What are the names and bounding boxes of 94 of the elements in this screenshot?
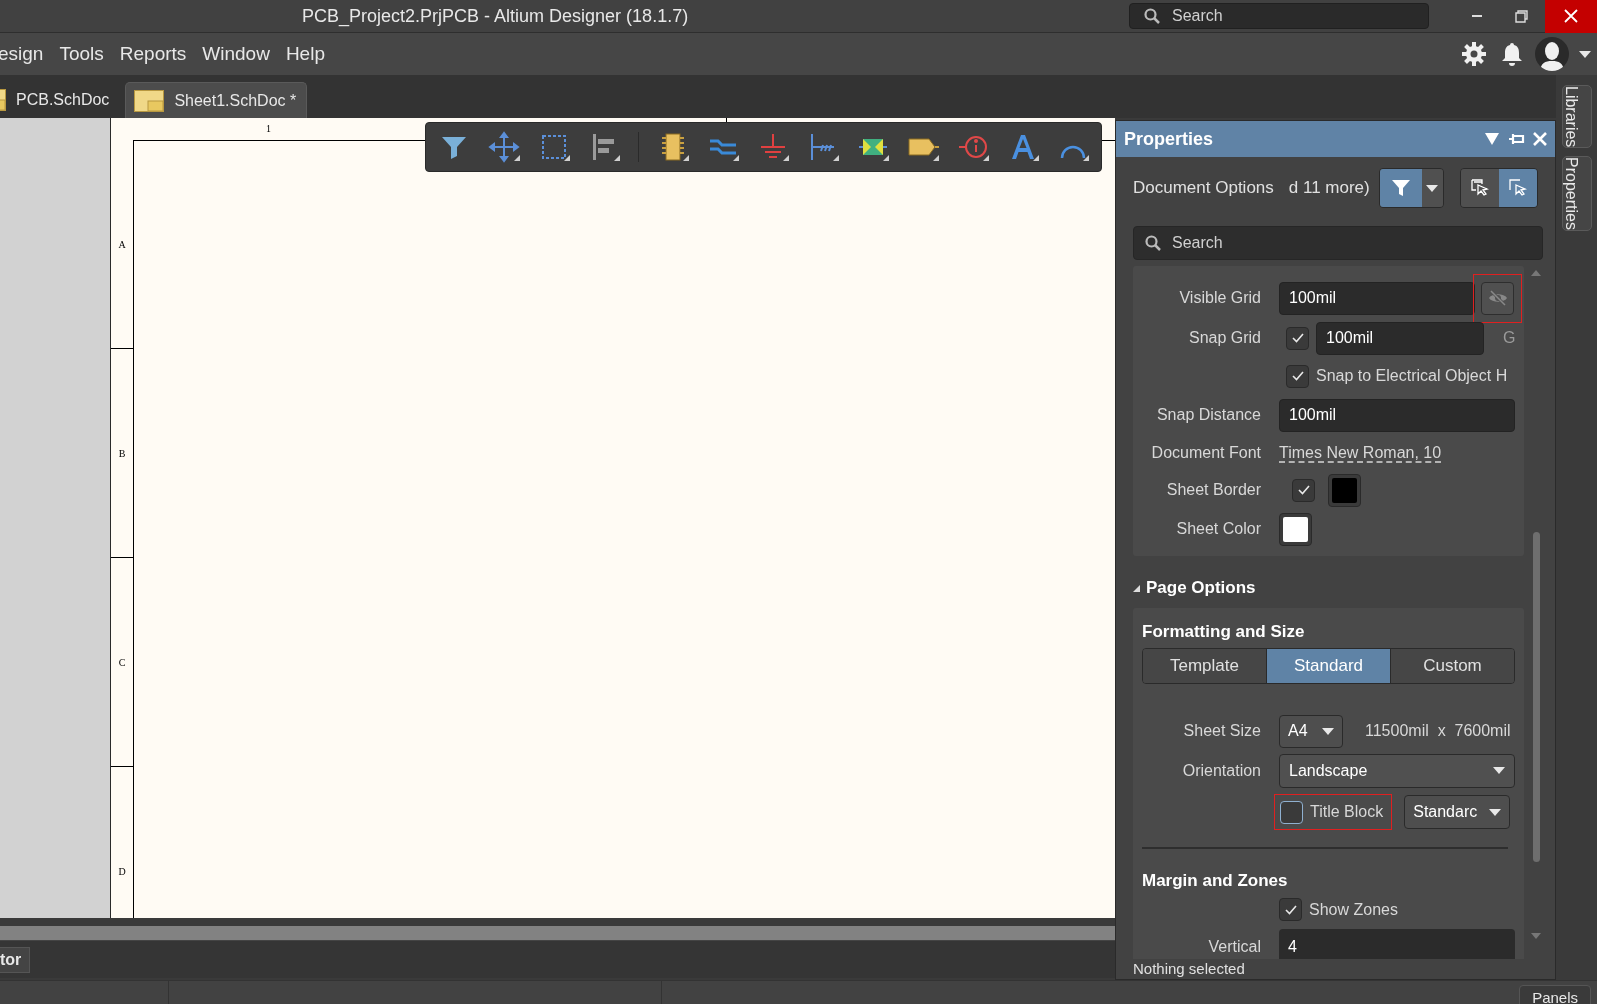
cursor-icon <box>1469 178 1490 198</box>
grid-visibility-button[interactable] <box>1481 281 1514 315</box>
font-link[interactable]: Times New Roman, 10 <box>1279 441 1442 465</box>
side-panel-tab[interactable]: Properties <box>1561 156 1592 232</box>
field-label: Orientation <box>1181 760 1262 781</box>
field-label: Vertical <box>1207 937 1262 958</box>
zone-label: D <box>118 865 126 879</box>
object-type: Document Options <box>1133 177 1274 200</box>
subsection-heading: Margin and Zones <box>1142 870 1289 893</box>
checkbox[interactable] <box>1279 898 1302 922</box>
section-heading: Page Options <box>1146 577 1256 600</box>
menu-item[interactable]: Reports <box>119 39 187 69</box>
menu-item[interactable]: Tools <box>59 39 104 69</box>
search-icon <box>1145 235 1161 251</box>
account-caret-icon <box>1579 50 1591 58</box>
text-input[interactable]: 100mil <box>1316 321 1484 355</box>
cursor-icon <box>1507 178 1528 198</box>
move-icon[interactable] <box>488 131 520 163</box>
document-tab[interactable]: PCB.SchDoc <box>0 82 120 118</box>
scroll-up-icon <box>1531 270 1541 276</box>
document-icon <box>0 89 6 111</box>
document-tab[interactable]: Sheet1.SchDoc * <box>125 82 308 118</box>
text-input[interactable]: 4 <box>1279 929 1515 959</box>
subsection-heading: Formatting and Size <box>1142 621 1306 643</box>
check-icon <box>1297 485 1310 495</box>
person-icon <box>1540 41 1564 71</box>
zone-label: B <box>118 446 126 461</box>
close-icon[interactable] <box>1533 132 1547 146</box>
caret-icon <box>1489 808 1502 816</box>
filter-summary: d 11 more) <box>1288 177 1370 200</box>
search-icon <box>1144 8 1160 24</box>
minimize-icon <box>1472 15 1482 17</box>
horizontal-scrollbar[interactable] <box>0 926 1115 940</box>
menu-item[interactable]: Window <box>202 39 270 69</box>
field-label: Snap Distance <box>1155 405 1262 425</box>
segment-tab[interactable]: Custom <box>1391 649 1514 683</box>
checkbox[interactable] <box>1292 478 1315 502</box>
field-label: Sheet Border <box>1165 480 1262 500</box>
orientation-dropdown[interactable]: Landscape <box>1279 753 1515 788</box>
dropdown-icon[interactable] <box>1485 133 1499 145</box>
search-field[interactable]: Search <box>1133 226 1543 260</box>
checkbox[interactable] <box>1286 364 1309 388</box>
check-icon <box>1284 904 1297 915</box>
checkbox[interactable] <box>1286 326 1309 350</box>
settings-icon[interactable] <box>1461 41 1487 67</box>
zone-label: A <box>118 237 126 252</box>
zone-label: 1 <box>266 122 271 136</box>
select-mode-button[interactable] <box>1498 169 1537 207</box>
field-label: Snap Grid <box>1187 328 1262 348</box>
filter-button[interactable] <box>1379 169 1422 207</box>
text-input[interactable]: 100mil <box>1279 398 1515 432</box>
option-label: Show Zones <box>1309 899 1398 920</box>
filter-dropdown-button[interactable] <box>1421 169 1443 207</box>
option-label: Title Block <box>1310 802 1384 823</box>
field-label: Visible Grid <box>1178 288 1262 308</box>
status-text: Nothing selected <box>1133 961 1245 977</box>
select-button[interactable] <box>1460 169 1499 207</box>
sheet-size-dropdown[interactable]: A4 <box>1279 714 1343 748</box>
user-avatar[interactable] <box>1535 37 1569 71</box>
scroll-down-icon <box>1531 933 1541 939</box>
field-label: Sheet Color <box>1175 519 1262 539</box>
menu-item[interactable]: Help <box>285 39 325 69</box>
caret-icon <box>1322 727 1334 735</box>
restore-icon <box>1514 9 1528 23</box>
text-input[interactable]: 100mil <box>1279 281 1475 315</box>
pin-icon[interactable] <box>1509 132 1525 146</box>
close-icon <box>1564 9 1578 23</box>
sheet-dimensions: 11500mil x 7600mil <box>1365 721 1511 742</box>
check-icon <box>1291 333 1304 343</box>
close-button[interactable] <box>1545 0 1597 33</box>
field-label: Sheet Size <box>1182 721 1262 742</box>
title-block-dropdown[interactable]: Standarc <box>1404 795 1511 830</box>
panel-tab[interactable]: tor <box>0 946 31 973</box>
search-field[interactable]: Search <box>1129 3 1429 29</box>
panel-title: Properties <box>1124 127 1214 151</box>
checkbox[interactable] <box>1280 800 1303 824</box>
caret-icon <box>1493 767 1505 775</box>
caret-icon <box>1426 184 1439 192</box>
collapse-icon[interactable] <box>1133 584 1140 592</box>
filter-icon <box>1391 179 1410 197</box>
side-panel-tab[interactable]: Libraries <box>1561 85 1592 149</box>
field-label: Document Font <box>1150 443 1262 463</box>
option-label: Snap to Electrical Object H <box>1316 366 1508 386</box>
check-icon <box>1291 371 1304 381</box>
eye-off-icon <box>1487 290 1508 306</box>
window-title: PCB_Project2.PrjPCB - Altium Designer (18.1.7) <box>302 4 689 29</box>
segment-tab[interactable]: Template <box>1143 649 1267 683</box>
segment-tab[interactable]: Standard <box>1267 649 1391 683</box>
shortcut-key: G <box>1503 326 1516 350</box>
bell-icon[interactable] <box>1501 42 1523 66</box>
panels-button[interactable]: Panels <box>1519 985 1591 1004</box>
document-icon <box>134 89 165 112</box>
scrollbar-thumb[interactable] <box>1532 532 1540 862</box>
zone-label: C <box>118 655 126 670</box>
